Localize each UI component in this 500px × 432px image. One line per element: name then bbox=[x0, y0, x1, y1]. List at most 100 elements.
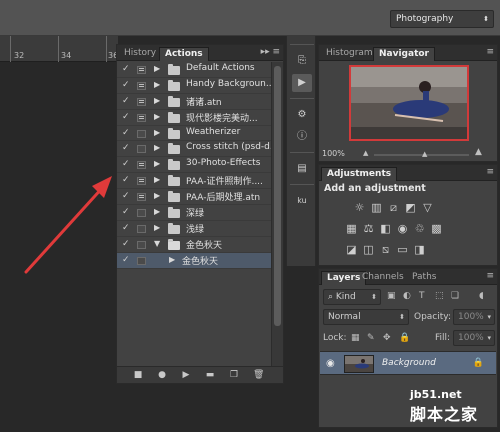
tab-channels[interactable]: Channels bbox=[357, 271, 409, 285]
history-dock-icon[interactable]: ⎘ bbox=[292, 52, 312, 70]
check-icon[interactable]: ✓ bbox=[122, 128, 130, 138]
dialog-toggle-icon[interactable] bbox=[137, 113, 146, 122]
fill-field[interactable]: 100% ▾ bbox=[453, 330, 495, 346]
check-icon[interactable]: ✓ bbox=[122, 143, 130, 153]
dialog-toggle-icon[interactable] bbox=[137, 193, 146, 202]
filter-pixel-icon[interactable]: ▣ bbox=[387, 291, 396, 301]
disclosure-closed-icon[interactable]: ▶ bbox=[154, 159, 160, 168]
action-set-row[interactable]: ✓ ▶ 浅绿 bbox=[117, 221, 272, 237]
action-set-row[interactable]: ✓ ▶ 深绿 bbox=[117, 205, 272, 221]
action-set-row[interactable]: ✓ ▶ 现代影楼完美动... bbox=[117, 110, 272, 126]
check-icon[interactable]: ✓ bbox=[122, 159, 130, 169]
dialog-toggle-icon[interactable] bbox=[137, 145, 146, 154]
dialog-toggle-icon[interactable] bbox=[137, 97, 146, 106]
panel-menu-icon[interactable]: ≡ bbox=[486, 47, 494, 57]
layer-filter-select[interactable]: ⌕ Kind ⬍ bbox=[323, 289, 381, 305]
layer-name[interactable]: Background bbox=[382, 358, 436, 368]
check-icon[interactable]: ✓ bbox=[122, 96, 130, 106]
tool-presets-dock-icon[interactable]: ⚙ bbox=[292, 106, 312, 124]
actions-scrollbar[interactable] bbox=[271, 62, 283, 367]
opacity-field[interactable]: 100% ▾ bbox=[453, 309, 495, 325]
lock-transparent-icon[interactable]: ▦ bbox=[351, 333, 360, 343]
new-set-icon[interactable]: ▬ bbox=[205, 370, 215, 380]
disclosure-closed-icon[interactable]: ▶ bbox=[169, 255, 175, 264]
black-white-icon[interactable]: ◧ bbox=[379, 222, 392, 235]
play-icon[interactable]: ▶ bbox=[181, 370, 191, 380]
disclosure-closed-icon[interactable]: ▶ bbox=[154, 80, 160, 89]
check-icon[interactable]: ✓ bbox=[122, 207, 130, 217]
panel-menu-icon[interactable]: ▸▸ ≡ bbox=[261, 47, 280, 57]
gradient-map-icon[interactable]: ▭ bbox=[396, 243, 409, 256]
disclosure-closed-icon[interactable]: ▶ bbox=[154, 191, 160, 200]
actions-dock-icon[interactable]: ▶ bbox=[292, 74, 312, 92]
disclosure-closed-icon[interactable]: ▶ bbox=[154, 175, 160, 184]
action-set-row[interactable]: ✓ ▶ PAA-后期处理.atn bbox=[117, 189, 272, 206]
eye-icon[interactable]: ◉ bbox=[326, 358, 335, 369]
panel-menu-icon[interactable]: ≡ bbox=[486, 167, 494, 177]
photo-filter-icon[interactable]: ◉ bbox=[396, 222, 409, 235]
dialog-toggle-icon[interactable] bbox=[137, 177, 146, 186]
tab-adjustments[interactable]: Adjustments bbox=[321, 167, 398, 181]
new-action-icon[interactable]: ❐ bbox=[229, 370, 239, 380]
check-icon[interactable]: ✓ bbox=[122, 112, 130, 122]
check-icon[interactable]: ✓ bbox=[122, 239, 130, 249]
ku-plugin-dock-icon[interactable]: ku bbox=[292, 192, 312, 210]
lock-image-icon[interactable]: ✎ bbox=[367, 333, 375, 343]
tab-history[interactable]: History bbox=[119, 47, 161, 61]
zoom-in-icon[interactable]: ▲ bbox=[475, 147, 482, 157]
disclosure-closed-icon[interactable]: ▶ bbox=[154, 143, 160, 152]
navigator-preview-image[interactable] bbox=[349, 65, 469, 141]
zoom-percentage[interactable]: 100% bbox=[322, 149, 345, 158]
curves-icon[interactable]: ⧄ bbox=[387, 201, 400, 214]
zoom-out-icon[interactable]: ▲ bbox=[363, 149, 368, 157]
check-icon[interactable]: ✓ bbox=[122, 80, 130, 90]
disclosure-closed-icon[interactable]: ▶ bbox=[154, 96, 160, 105]
action-set-row[interactable]: ✓ ▶ 金色秋天 bbox=[117, 252, 272, 269]
vibrance-icon[interactable]: ▽ bbox=[421, 201, 434, 214]
panel-menu-icon[interactable]: ≡ bbox=[486, 271, 494, 281]
disclosure-closed-icon[interactable]: ▶ bbox=[154, 223, 160, 232]
stop-icon[interactable]: ■ bbox=[133, 370, 143, 380]
lock-all-icon[interactable]: 🔒 bbox=[399, 333, 410, 343]
action-set-row[interactable]: ✓ ▶ 30-Photo-Effects bbox=[117, 157, 272, 174]
lock-position-icon[interactable]: ✥ bbox=[383, 333, 391, 343]
record-icon[interactable]: ● bbox=[157, 370, 167, 380]
filter-adjustment-icon[interactable]: ◐ bbox=[403, 291, 411, 301]
tab-actions[interactable]: Actions bbox=[159, 47, 209, 61]
zoom-slider-thumb[interactable]: ▲ bbox=[422, 150, 427, 158]
disclosure-closed-icon[interactable]: ▶ bbox=[154, 112, 160, 121]
filter-shape-icon[interactable]: ⬚ bbox=[435, 291, 444, 301]
brightness-contrast-icon[interactable]: ☼ bbox=[353, 201, 366, 214]
dialog-toggle-icon[interactable] bbox=[137, 209, 146, 218]
action-set-row[interactable]: ✓ ▶ Handy Backgroun... bbox=[117, 78, 272, 94]
check-icon[interactable]: ✓ bbox=[122, 255, 130, 265]
dialog-toggle-icon[interactable] bbox=[137, 256, 146, 265]
invert-icon[interactable]: ◪ bbox=[345, 243, 358, 256]
threshold-icon[interactable]: ⧅ bbox=[379, 243, 392, 256]
hue-saturation-icon[interactable]: ▦ bbox=[345, 222, 358, 235]
dialog-toggle-icon[interactable] bbox=[137, 240, 146, 249]
tab-paths[interactable]: Paths bbox=[407, 271, 441, 285]
filter-toggle-icon[interactable]: ◖ bbox=[479, 291, 484, 301]
levels-icon[interactable]: ▥ bbox=[370, 201, 383, 214]
blend-mode-select[interactable]: Normal ⬍ bbox=[323, 309, 409, 325]
disclosure-open-icon[interactable]: ▼ bbox=[154, 239, 160, 248]
action-set-row[interactable]: ✓ ▶ 诸诸.atn bbox=[117, 94, 272, 110]
layer-row[interactable]: ◉ Background 🔒 bbox=[320, 351, 496, 375]
brush-dock-icon[interactable]: ▤ bbox=[292, 160, 312, 178]
action-set-row[interactable]: ✓ ▼ 金色秋天 bbox=[117, 237, 272, 253]
workspace-switcher[interactable]: Photography ⬍ bbox=[390, 10, 494, 28]
disclosure-closed-icon[interactable]: ▶ bbox=[154, 128, 160, 137]
action-set-row[interactable]: ✓ ▶ Cross stitch (psd-d... bbox=[117, 141, 272, 158]
color-balance-icon[interactable]: ⚖ bbox=[362, 222, 375, 235]
posterize-icon[interactable]: ◫ bbox=[362, 243, 375, 256]
check-icon[interactable]: ✓ bbox=[122, 223, 130, 233]
exposure-icon[interactable]: ◩ bbox=[404, 201, 417, 214]
dialog-toggle-icon[interactable] bbox=[137, 81, 146, 90]
check-icon[interactable]: ✓ bbox=[122, 191, 130, 201]
disclosure-closed-icon[interactable]: ▶ bbox=[154, 64, 160, 73]
tab-histogram[interactable]: Histogram bbox=[321, 47, 378, 61]
tab-navigator[interactable]: Navigator bbox=[373, 47, 435, 61]
action-set-row[interactable]: ✓ ▶ Weatherizer bbox=[117, 126, 272, 142]
info-dock-icon[interactable]: ⓘ bbox=[292, 128, 312, 146]
